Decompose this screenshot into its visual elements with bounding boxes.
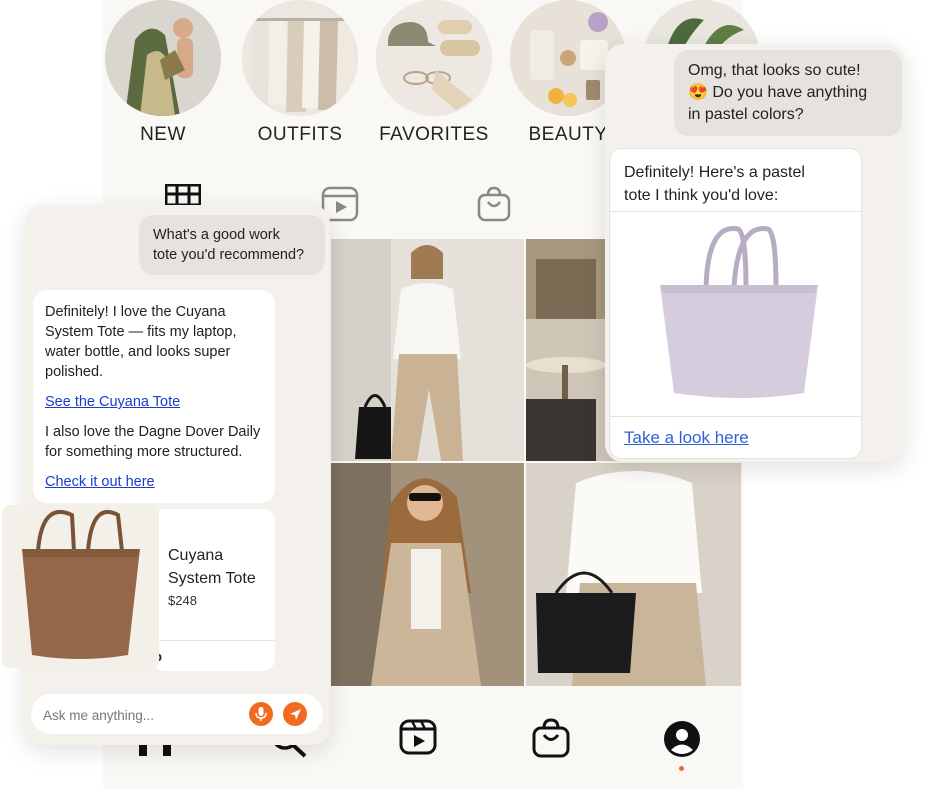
product-name: System Tote <box>168 570 256 587</box>
card-divider <box>610 211 861 212</box>
outfits-story-photo <box>242 0 358 116</box>
pastel-tote-image[interactable] <box>660 223 820 406</box>
message-text: 😍 Do you have anything <box>688 84 868 101</box>
favorites-story-photo <box>376 0 492 116</box>
message-text: water bottle, and looks super <box>45 344 231 360</box>
message-text: Definitely! I love the Cuyana <box>45 304 226 320</box>
message-text: System Tote — fits my laptop, <box>45 324 237 340</box>
story-label: NEW <box>140 124 186 145</box>
user-message-bubble: Omg, that looks so cute! 😍 Do you have a… <box>674 50 902 136</box>
message-text: I also love the Dagne Dover Daily <box>45 424 261 440</box>
message-text: What's a good work <box>153 227 280 243</box>
reels-icon[interactable] <box>399 718 437 761</box>
message-text: Omg, that looks so cute! <box>688 62 861 79</box>
shopping-bag-icon[interactable] <box>531 718 571 763</box>
shopping-bag-icon[interactable] <box>476 186 512 227</box>
cuyana-tote-link[interactable]: See the Cuyana Tote <box>45 392 180 412</box>
profile-icon[interactable] <box>663 720 701 763</box>
story-label: FAVORITES <box>379 124 489 145</box>
story-highlight-new[interactable]: NEW <box>103 0 223 146</box>
message-text: tote you'd recommend? <box>153 247 305 263</box>
product-card[interactable]: Cuyana System Tote $248 p <box>153 509 275 671</box>
new-story-photo <box>105 0 221 116</box>
active-tab-indicator <box>679 766 684 771</box>
user-message-bubble: What's a good work tote you'd recommend? <box>139 215 325 275</box>
post-photo[interactable] <box>331 463 524 686</box>
bot-message-bubble: Definitely! I love the Cuyana System Tot… <box>33 290 275 503</box>
brown-tote-image[interactable] <box>2 505 159 668</box>
chat-panel-right: Omg, that looks so cute! 😍 Do you have a… <box>605 44 905 462</box>
chat-input[interactable] <box>41 702 245 728</box>
card-divider <box>153 640 275 641</box>
post-photo[interactable] <box>331 239 524 461</box>
message-text: Definitely! Here's a pastel <box>624 164 805 181</box>
product-price: $248 <box>168 593 197 608</box>
chat-input-bar <box>31 694 323 734</box>
send-icon[interactable] <box>283 702 307 726</box>
story-highlight-favorites[interactable]: FAVORITES <box>374 0 494 146</box>
product-name: Cuyana <box>168 547 224 564</box>
message-text: polished. <box>45 364 104 380</box>
message-text: tote I think you'd love: <box>624 187 779 204</box>
microphone-icon[interactable] <box>249 702 273 726</box>
message-text: for something more structured. <box>45 444 243 460</box>
story-highlight-outfits[interactable]: OUTFITS <box>240 0 360 146</box>
dagne-dover-link[interactable]: Check it out here <box>45 472 155 492</box>
take-a-look-link[interactable]: Take a look here <box>624 428 749 448</box>
story-label: OUTFITS <box>257 124 343 145</box>
message-text: in pastel colors? <box>688 106 804 123</box>
post-photo[interactable] <box>526 463 741 686</box>
bot-message-card: Definitely! Here's a pastel tote I think… <box>609 148 862 459</box>
card-divider <box>610 416 861 417</box>
